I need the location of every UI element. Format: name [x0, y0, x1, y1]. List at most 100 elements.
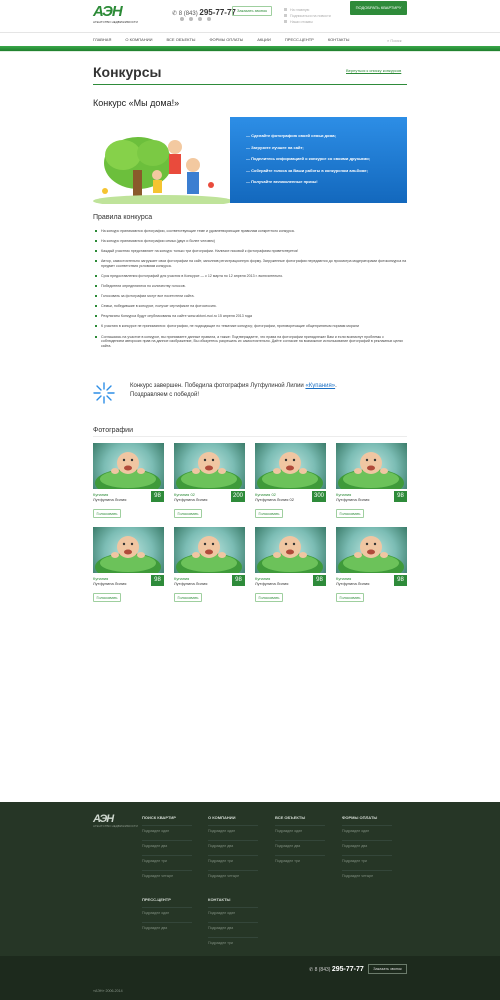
promo-illustration: [93, 125, 230, 204]
logo-subtitle: АГЕНТСТВО НЕДВИЖИМОСТИ: [93, 20, 138, 24]
vote-button[interactable]: Голосовать: [93, 509, 121, 518]
photo-thumbnail[interactable]: [93, 527, 164, 573]
rule-item: На конкурс принимаются фотографии, соотв…: [95, 229, 407, 234]
twitter-icon[interactable]: [198, 17, 202, 21]
footer-link[interactable]: Подраздел три: [208, 855, 258, 870]
footer-link[interactable]: Подраздел четыре: [208, 870, 258, 885]
photo-author: Лутфулина Лилия: [255, 581, 289, 586]
callback-button[interactable]: Заказать звонок: [232, 6, 272, 16]
logo[interactable]: АЭН АГЕНТСТВО НЕДВИЖИМОСТИ: [93, 4, 138, 25]
odnoklassniki-icon[interactable]: [207, 17, 211, 21]
photo-card[interactable]: Купания 02 Лутфулина Лилия 02 300 Голосоват…: [255, 443, 326, 518]
baby-in-bath-photo: [95, 536, 161, 573]
footer-link[interactable]: Подраздел три: [275, 855, 325, 870]
footer-link[interactable]: Подраздел два: [142, 840, 192, 855]
vote-button[interactable]: Голосовать: [255, 593, 283, 602]
rule-item: Каждый участник представляет на конкурс …: [95, 249, 407, 254]
promo-step: Сделайте фотографию своей семьи дома;: [246, 130, 407, 142]
photo-thumbnail[interactable]: [174, 527, 245, 573]
contest-title: Конкурс «Мы дома!»: [93, 98, 180, 108]
nav-item-promos[interactable]: Акции: [257, 37, 285, 42]
header: АЭН АГЕНТСТВО НЕДВИЖИМОСТИ ✆ 8 (843) 295…: [0, 0, 500, 32]
baby-in-bath-photo: [95, 452, 161, 489]
green-divider-bar: [0, 46, 500, 52]
footer-column-title[interactable]: Пресс-центр: [142, 897, 192, 907]
winner-photo-link[interactable]: «Купания»: [305, 383, 335, 389]
rule-item: К участию в конкурсе не принимаются: фот…: [95, 324, 407, 329]
footer-link[interactable]: Подраздел один: [208, 907, 258, 922]
photo-author: Лутфулина Лилия: [93, 581, 127, 586]
footer-link[interactable]: Подраздел четыре: [342, 870, 392, 885]
header-link-reviews[interactable]: Наши отзывы: [284, 19, 331, 25]
vote-count-badge: 98: [151, 491, 164, 502]
rules-title: Правила конкурса: [93, 214, 153, 221]
photo-thumbnail[interactable]: [336, 443, 407, 489]
footer-link[interactable]: Подраздел три: [142, 855, 192, 870]
facebook-icon[interactable]: [189, 17, 193, 21]
footer-link[interactable]: Подраздел два: [208, 840, 258, 855]
footer-logo-subtitle: АГЕНТСТВО НЕДВИЖИМОСТИ: [93, 824, 138, 828]
baby-in-bath-photo: [176, 536, 242, 573]
footer-column-title[interactable]: Контакты: [208, 897, 258, 907]
nav-item-press[interactable]: Пресс-центр: [285, 37, 328, 42]
footer-link[interactable]: Подраздел один: [142, 825, 192, 840]
footer-logo[interactable]: АЭН АГЕНТСТВО НЕДВИЖИМОСТИ: [93, 814, 138, 829]
nav-item-payment[interactable]: Формы оплаты: [209, 37, 257, 42]
footer-link[interactable]: Подраздел один: [342, 825, 392, 840]
family-tree-illustration: [93, 137, 230, 204]
photo-thumbnail[interactable]: [255, 527, 326, 573]
photos-divider: [93, 436, 407, 437]
nav-item-contacts[interactable]: Контакты: [328, 37, 364, 42]
photo-card[interactable]: Купания Лутфулина Лилия 98 Голосовать: [174, 527, 245, 602]
photo-card[interactable]: Купания Лутфулина Лилия 98 Голосовать: [93, 527, 164, 602]
photo-card[interactable]: Купания Лутфулина Лилия 98 Голосовать: [255, 527, 326, 602]
rule-item: Семьи, победившие в конкурсе, получат се…: [95, 304, 407, 309]
footer-link[interactable]: Подраздел два: [275, 840, 325, 855]
footer-link[interactable]: Подраздел четыре: [142, 870, 192, 885]
footer-link[interactable]: Подраздел один: [142, 907, 192, 922]
back-to-contests-link[interactable]: Вернуться к списку конкурсов: [346, 68, 401, 73]
footer-column: Все объекты Подраздел один Подраздел два По…: [275, 815, 325, 870]
photo-card[interactable]: Купания Лутфулина Лилия 98 Голосовать: [93, 443, 164, 518]
footer-column-title[interactable]: О компании: [208, 815, 258, 825]
nav-item-about[interactable]: О компании: [125, 37, 166, 42]
footer-column-title[interactable]: Формы оплаты: [342, 815, 392, 825]
footer-column-title[interactable]: Поиск квартир: [142, 815, 192, 825]
pick-apartment-button[interactable]: ПОДОБРАТЬ КВАРТИРУ: [350, 1, 407, 15]
search-field[interactable]: ⌕ Поиск: [387, 38, 401, 43]
nav-item-home[interactable]: Главная: [93, 37, 125, 42]
vote-count-badge: 300: [311, 491, 326, 502]
footer-link[interactable]: Подраздел три: [342, 855, 392, 870]
photo-card[interactable]: Купания Лутфулина Лилия 98 Голосовать: [336, 443, 407, 518]
photo-thumbnail[interactable]: [93, 443, 164, 489]
rule-item: Победители определяются по количеству го…: [95, 284, 407, 289]
photo-thumbnail[interactable]: [174, 443, 245, 489]
footer-link[interactable]: Подраздел один: [208, 825, 258, 840]
footer-link[interactable]: Подраздел два: [142, 922, 192, 937]
vote-count-badge: 98: [151, 575, 164, 586]
vote-button[interactable]: Голосовать: [336, 509, 364, 518]
photo-thumbnail[interactable]: [336, 527, 407, 573]
footer-link[interactable]: Подраздел один: [275, 825, 325, 840]
footer-column: О компании Подраздел один Подраздел два Под…: [208, 815, 258, 885]
vote-button[interactable]: Голосовать: [174, 593, 202, 602]
vk-icon[interactable]: [180, 17, 184, 21]
baby-in-bath-photo: [176, 452, 242, 489]
footer-link[interactable]: Подраздел два: [208, 922, 258, 937]
photo-thumbnail[interactable]: [255, 443, 326, 489]
nav-item-objects[interactable]: Все объекты: [167, 37, 210, 42]
vote-button[interactable]: Голосовать: [174, 509, 202, 518]
photo-author: Лутфулина Лилия: [174, 581, 208, 586]
rule-item: Голосовать за фотографии могут все посет…: [95, 294, 407, 299]
photo-card[interactable]: Купания Лутфулина Лилия 98 Голосовать: [336, 527, 407, 602]
footer-phone-prefix: 8 (843): [314, 967, 331, 973]
footer-column-title[interactable]: Все объекты: [275, 815, 325, 825]
footer-callback-button[interactable]: Заказать звонок: [368, 964, 407, 974]
vote-button[interactable]: Голосовать: [336, 593, 364, 602]
vote-button[interactable]: Голосовать: [255, 509, 283, 518]
vote-button[interactable]: Голосовать: [93, 593, 121, 602]
footer-link[interactable]: Подраздел два: [342, 840, 392, 855]
footer-link[interactable]: Подраздел три: [208, 937, 258, 952]
photo-card[interactable]: Купания 02 Лутфулина Лилия 200 Голосовать: [174, 443, 245, 518]
photo-author: Лутфулина Лилия: [336, 497, 370, 502]
